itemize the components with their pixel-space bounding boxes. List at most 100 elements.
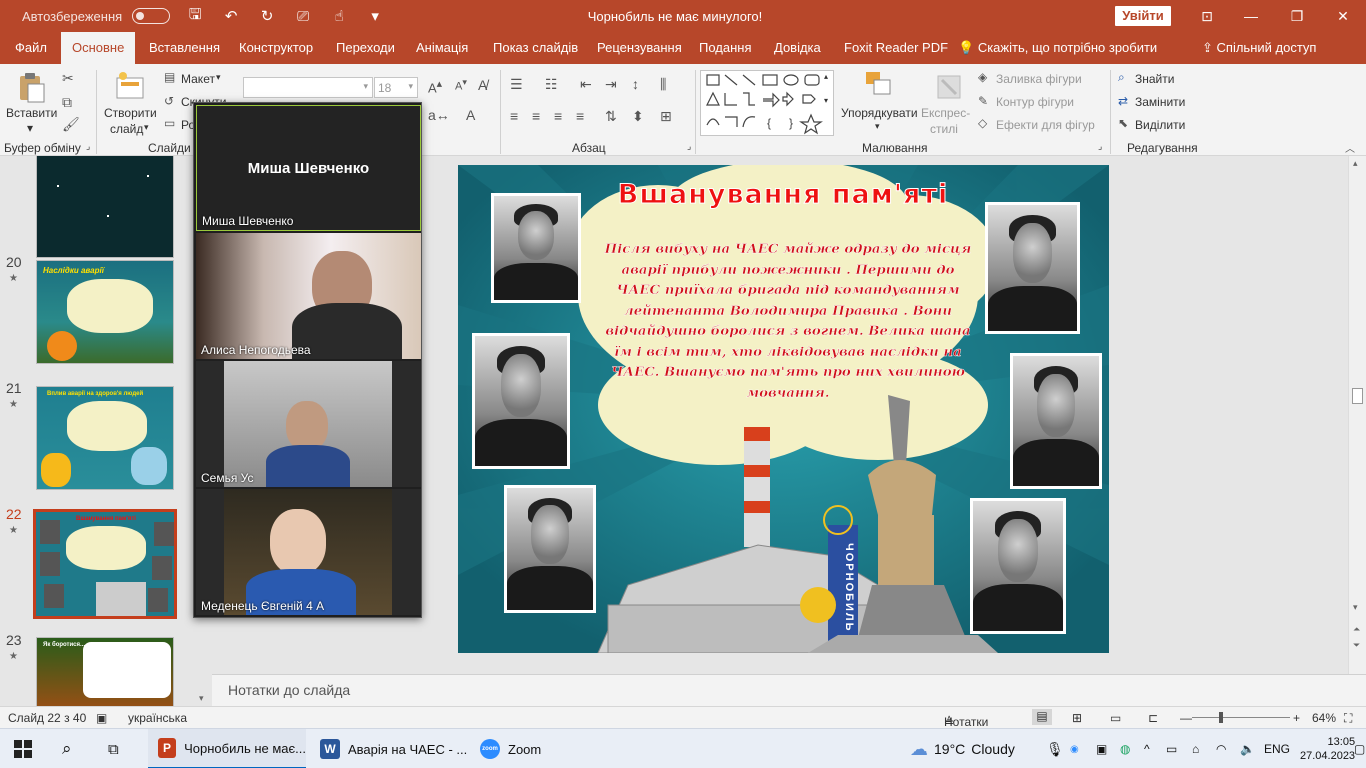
slide-scrollbar[interactable]: ▴ ▾ ⏶ ⏷ (1348, 156, 1366, 674)
quick-styles-label-1[interactable]: Експрес- (921, 106, 970, 120)
reading-view-icon[interactable]: ▭ (1110, 711, 1121, 725)
line-spacing-icon[interactable]: ↕ (632, 76, 639, 92)
find-button[interactable]: Знайти (1135, 72, 1174, 86)
tab-view[interactable]: Подання (697, 32, 754, 64)
tray-app-icon[interactable]: ◍ (1120, 729, 1130, 768)
zoom-slider[interactable] (1192, 712, 1290, 723)
shape-effects-button[interactable]: Ефекти для фігур (996, 118, 1095, 132)
justify-icon[interactable]: ≡ (576, 108, 584, 124)
taskbar-app-word[interactable]: W Аварія на ЧАЕС - ... (310, 729, 467, 768)
share-button[interactable]: ⇪ Спільний доступ (1202, 32, 1316, 64)
reset-icon[interactable]: ↺ (164, 94, 174, 108)
zoom-participant-tile[interactable]: Алиса Непогодьева (196, 233, 421, 359)
paste-dropdown-icon[interactable]: ▾ (27, 121, 33, 135)
align-right-icon[interactable]: ≡ (554, 108, 562, 124)
arrange-icon[interactable] (864, 70, 894, 102)
taskbar-app-powerpoint[interactable]: P Чорнобиль не має... (148, 729, 306, 768)
shapes-scroll-down-icon[interactable]: ▾ (824, 96, 828, 105)
minimize-button[interactable]: — (1228, 0, 1274, 32)
font-color-icon[interactable]: A (466, 107, 475, 123)
previous-slide-icon[interactable]: ⏶ (1353, 624, 1360, 635)
battery-icon[interactable]: ▭ (1166, 729, 1177, 768)
shapes-scroll-up-icon[interactable]: ▴ (824, 72, 828, 81)
touch-mode-icon[interactable]: ☝ (328, 7, 350, 25)
portrait-photo[interactable] (491, 193, 581, 303)
redo-icon[interactable]: ↻ (256, 7, 278, 25)
clipboard-launcher-icon[interactable]: ⌟ (86, 141, 90, 152)
tab-help[interactable]: Довідка (772, 32, 823, 64)
slide-canvas[interactable]: Вшанування пам'яті Після вибуху на ЧАЕС … (458, 165, 1109, 653)
tab-insert[interactable]: Вставлення (147, 32, 222, 64)
zoom-participant-tile[interactable]: Меденець Євгеній 4 А (196, 489, 421, 615)
paste-icon[interactable] (16, 72, 46, 104)
shape-outline-button[interactable]: Контур фігури (996, 95, 1074, 109)
clear-format-icon[interactable]: A̸ (478, 77, 487, 93)
shape-fill-icon[interactable]: ◈ (978, 70, 987, 84)
shape-effects-icon[interactable]: ◇ (978, 116, 987, 130)
increase-font-icon[interactable]: A▴ (428, 77, 442, 95)
tab-foxit[interactable]: Foxit Reader PDF (842, 32, 950, 64)
portrait-photo[interactable] (1010, 353, 1102, 489)
next-slide-icon[interactable]: ⏷ (1353, 640, 1360, 651)
clock[interactable]: 13:05 27.04.2023 (1300, 729, 1355, 768)
zoom-out-icon[interactable]: — (1180, 711, 1192, 725)
undo-icon[interactable]: ↶ (220, 7, 242, 25)
language-indicator[interactable]: українська (128, 711, 187, 725)
task-view-icon[interactable]: ⧉ (108, 729, 119, 768)
layout-dropdown-icon[interactable]: ▾ (216, 72, 221, 83)
arrange-button[interactable]: Упорядкувати (841, 106, 918, 120)
select-button[interactable]: Виділити (1135, 118, 1185, 132)
scroll-down-icon[interactable]: ▾ (199, 693, 204, 704)
bullets-icon[interactable]: ☰ (510, 76, 523, 93)
present-icon[interactable]: ⎚ (292, 8, 314, 25)
microphone-icon[interactable]: 🎙 (1046, 729, 1064, 768)
portrait-photo[interactable] (985, 202, 1080, 334)
maximize-button[interactable]: ❐ (1274, 0, 1320, 32)
tab-design[interactable]: Конструктор (237, 32, 315, 64)
customize-toolbar-icon[interactable]: ▾ (364, 7, 386, 25)
spellcheck-icon[interactable]: ▣ (96, 711, 107, 725)
weather-widget[interactable]: ☁ 19°C Cloudy (910, 729, 1015, 768)
layout-button[interactable]: Макет (181, 72, 215, 86)
zoom-tray-icon[interactable]: ◉ (1070, 729, 1079, 768)
quick-styles-icon[interactable] (934, 70, 964, 102)
align-center-icon[interactable]: ≡ (532, 108, 540, 124)
shapes-gallery[interactable]: { } (700, 70, 834, 136)
select-icon[interactable]: ⬉ (1118, 116, 1128, 130)
slide-thumbnail-21[interactable]: Вплив аварії на здоров'я людей (36, 386, 174, 490)
paragraph-launcher-icon[interactable]: ⌟ (687, 141, 691, 152)
taskbar-app-zoom[interactable]: zoom Zoom (470, 729, 541, 768)
increase-indent-icon[interactable]: ⇥ (605, 76, 617, 93)
start-button[interactable] (14, 729, 32, 768)
align-left-icon[interactable]: ≡ (510, 108, 518, 124)
notes-placeholder[interactable]: Нотатки до слайда (228, 682, 350, 698)
align-text-icon[interactable]: ⬍ (632, 108, 644, 125)
slide-body-text[interactable]: Після вибуху на ЧАЕС майже одразу до міс… (598, 240, 978, 404)
shape-fill-button[interactable]: Заливка фігури (996, 72, 1082, 86)
replace-icon[interactable]: ⇄ (1118, 94, 1128, 108)
chevron-up-icon[interactable]: ^ (1144, 729, 1150, 768)
find-icon[interactable]: ⌕ (1118, 70, 1125, 85)
signin-button[interactable]: Увійти (1115, 6, 1171, 26)
search-icon[interactable]: ⌕ (62, 729, 72, 768)
ribbon-display-icon[interactable]: ⊡ (1184, 0, 1230, 32)
close-button[interactable]: ✕ (1320, 0, 1366, 32)
zoom-slider-thumb[interactable] (1219, 712, 1224, 723)
wifi-icon[interactable]: ◠ (1216, 729, 1226, 768)
scroll-up-icon[interactable]: ▴ (1353, 158, 1358, 169)
scroll-down-icon[interactable]: ▾ (1353, 602, 1358, 613)
decrease-indent-icon[interactable]: ⇤ (580, 76, 592, 93)
volume-icon[interactable]: 🔈 (1240, 729, 1255, 768)
tab-slideshow[interactable]: Показ слайдів (491, 32, 580, 64)
new-slide-icon[interactable] (115, 70, 145, 102)
slide-thumbnail-20[interactable]: Наслідки аварії (36, 260, 174, 364)
autosave-toggle[interactable] (132, 8, 171, 24)
font-size-input[interactable]: 18 ▾ (374, 77, 418, 98)
columns-icon[interactable]: ⫼ (660, 76, 666, 93)
tab-home[interactable]: Основне (61, 32, 136, 64)
arrange-dropdown-icon[interactable]: ▾ (875, 121, 880, 132)
zoom-in-icon[interactable]: + (1293, 711, 1300, 725)
tab-transitions[interactable]: Переходи (334, 32, 397, 64)
scroll-thumb[interactable] (1352, 388, 1363, 404)
slide-thumbnail-22[interactable]: Вшанування пам'яті (33, 509, 177, 619)
